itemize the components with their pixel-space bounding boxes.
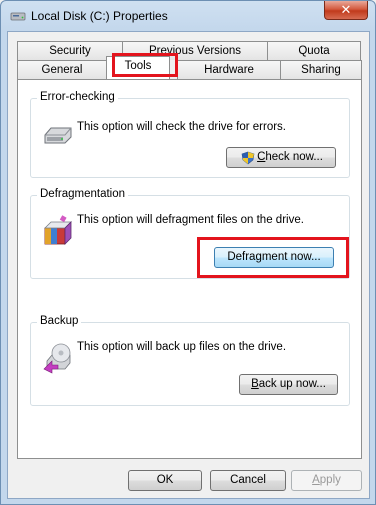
tab-general[interactable]: General xyxy=(17,60,107,79)
apply-mnemonic: A xyxy=(312,474,320,486)
group-title: Error-checking xyxy=(37,91,118,103)
tab-tools[interactable]: Tools xyxy=(106,56,170,79)
group-title: Backup xyxy=(37,315,82,327)
defragment-now-button[interactable]: Defragment now... xyxy=(214,247,334,268)
backup-group: Backup This option will back up files on… xyxy=(30,315,350,406)
tab-quota[interactable]: Quota xyxy=(267,41,361,60)
ok-label: OK xyxy=(156,474,174,486)
dialog-body: Security Previous Versions Quota General… xyxy=(7,31,370,499)
error-checking-description: This option will check the drive for err… xyxy=(77,121,286,133)
tab-label: Sharing xyxy=(301,64,341,76)
title-bar[interactable]: Local Disk (C:) Properties ✕ xyxy=(1,1,375,31)
uac-shield-icon xyxy=(241,151,255,165)
tab-label: Tools xyxy=(124,60,152,72)
drive-check-icon xyxy=(44,127,72,144)
tab-label: Security xyxy=(49,45,91,57)
ok-button[interactable]: OK xyxy=(128,470,202,491)
tab-label: Hardware xyxy=(204,64,254,76)
error-checking-group: Error-checking This option will check th… xyxy=(30,91,350,178)
tab-hardware[interactable]: Hardware xyxy=(177,60,281,79)
defragmentation-group: Defragmentation This option will defragm… xyxy=(30,188,350,279)
window-title: Local Disk (C:) Properties xyxy=(31,9,168,23)
tab-sharing[interactable]: Sharing xyxy=(280,60,362,79)
close-icon: ✕ xyxy=(340,2,352,17)
properties-window: Local Disk (C:) Properties ✕ Security Pr… xyxy=(0,0,376,505)
defragment-icon xyxy=(44,215,72,245)
back-up-now-label: ack up now... xyxy=(258,378,326,390)
check-now-label: heck now... xyxy=(265,151,323,163)
group-title: Defragmentation xyxy=(37,188,129,200)
check-now-button[interactable]: Check now... xyxy=(226,147,336,168)
backup-mnemonic: B xyxy=(251,378,259,390)
tab-label: General xyxy=(41,64,83,76)
cancel-button[interactable]: Cancel xyxy=(210,470,286,491)
defragment-now-label: Defragment now... xyxy=(227,251,321,263)
backup-description: This option will back up files on the dr… xyxy=(77,341,287,353)
tab-label: Quota xyxy=(298,45,330,57)
apply-label: pply xyxy=(319,474,341,486)
apply-button[interactable]: Apply xyxy=(291,470,362,491)
defragmentation-description: This option will defragment files on the… xyxy=(77,214,304,226)
backup-icon xyxy=(43,343,71,374)
tools-panel: Error-checking This option will check th… xyxy=(17,79,362,459)
back-up-now-button[interactable]: Back up now... xyxy=(239,374,338,395)
close-button[interactable]: ✕ xyxy=(324,1,368,20)
cancel-label: Cancel xyxy=(230,474,266,486)
drive-icon xyxy=(10,12,26,21)
